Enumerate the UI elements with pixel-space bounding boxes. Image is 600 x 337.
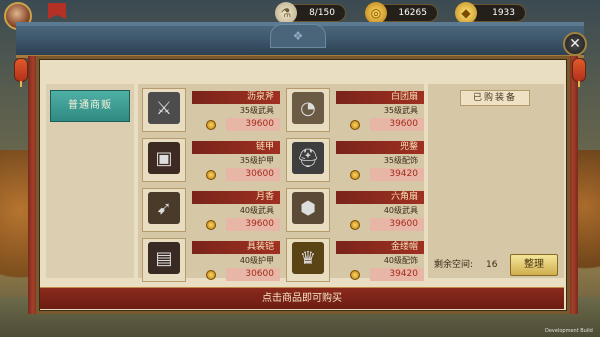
item-type: 40级武具: [239, 206, 274, 215]
lantern-right-icon: [572, 58, 586, 87]
item-price: 39600: [370, 218, 424, 231]
item-type: 40级武具: [383, 206, 418, 215]
item-type: 35级武具: [383, 106, 418, 115]
item-type: 35级配饰: [383, 156, 418, 165]
shop-item[interactable]: ◔ 白团扇 35级武具 39600: [284, 86, 426, 134]
item-type: 35级护甲: [239, 156, 274, 165]
coin-icon: [350, 270, 360, 280]
armor-icon: ▤: [148, 242, 180, 274]
resource-gold-value: 1933: [492, 8, 515, 18]
fan-icon: ◔: [292, 92, 324, 124]
item-price: 39600: [226, 218, 280, 231]
close-icon: ✕: [569, 36, 581, 52]
item-name: 兜鍪: [336, 141, 424, 154]
resource-gold[interactable]: ◆ 1933: [455, 2, 526, 24]
axe-icon: ⚔: [148, 92, 180, 124]
shop-item[interactable]: ♛ 金缕帽 40级配饰 39420: [284, 236, 426, 284]
shop-item[interactable]: ▣ 链甲 35级护甲 30600: [140, 136, 282, 184]
hex-fan-icon: ⬢: [292, 192, 324, 224]
item-price: 39600: [370, 118, 424, 131]
item-price: 39420: [370, 168, 424, 181]
purchase-hint-bar: 点击商品即可购买: [40, 287, 564, 309]
flask-icon: ⚗: [275, 2, 297, 24]
coin-icon: [206, 220, 216, 230]
remaining-space-value: 16: [486, 260, 498, 270]
coin-icon: [206, 120, 216, 130]
chainmail-icon: ▣: [148, 142, 180, 174]
tab-general-merchant[interactable]: 普通商贩: [50, 90, 130, 122]
gold-ingot-icon: ◆: [455, 2, 477, 24]
coin-icon: [350, 120, 360, 130]
item-name: 沥泉斧: [192, 91, 280, 104]
coin-icon: [350, 220, 360, 230]
purchased-panel: [428, 84, 564, 278]
resource-stamina-value: 8/150: [309, 8, 335, 18]
item-name: 六角扇: [336, 191, 424, 204]
item-type: 40级护甲: [239, 256, 274, 265]
bow-icon: ➹: [148, 192, 180, 224]
shop-item[interactable]: ⬢ 六角扇 40级武具 39600: [284, 186, 426, 234]
item-price: 39420: [370, 268, 424, 281]
arrange-button[interactable]: 整理: [510, 254, 558, 276]
gold-helmet-icon: ♛: [292, 242, 324, 274]
item-name: 具装铠: [192, 241, 280, 254]
shop-item[interactable]: ▤ 具装铠 40级护甲 30600: [140, 236, 282, 284]
item-name: 月香: [192, 191, 280, 204]
item-name: 白团扇: [336, 91, 424, 104]
copper-coin-icon: ◎: [365, 2, 387, 24]
close-button[interactable]: ✕: [563, 32, 587, 56]
shop-item[interactable]: ⛑ 兜鍪 35级配饰 39420: [284, 136, 426, 184]
purchased-title: 已购装备: [460, 90, 530, 106]
dev-build-label: Development Build: [545, 328, 593, 334]
lantern-left-icon: [14, 58, 28, 87]
item-type: 35级武具: [239, 106, 274, 115]
coin-icon: [206, 270, 216, 280]
shop-item[interactable]: ⚔ 沥泉斧 35级武具 39600: [140, 86, 282, 134]
item-name: 金缕帽: [336, 241, 424, 254]
helmet-icon: ⛑: [292, 142, 324, 174]
item-price: 39600: [226, 118, 280, 131]
shop-item[interactable]: ➹ 月香 40级武具 39600: [140, 186, 282, 234]
item-type: 40级配饰: [383, 256, 418, 265]
coin-icon: [350, 170, 360, 180]
roof-emblem-icon: ❖: [270, 24, 326, 48]
coin-icon: [206, 170, 216, 180]
item-name: 链甲: [192, 141, 280, 154]
resource-copper[interactable]: ◎ 16265: [365, 2, 438, 24]
item-price: 30600: [226, 168, 280, 181]
resource-stamina[interactable]: ⚗ 8/150: [275, 2, 346, 24]
resource-copper-value: 16265: [398, 8, 427, 18]
item-price: 30600: [226, 268, 280, 281]
